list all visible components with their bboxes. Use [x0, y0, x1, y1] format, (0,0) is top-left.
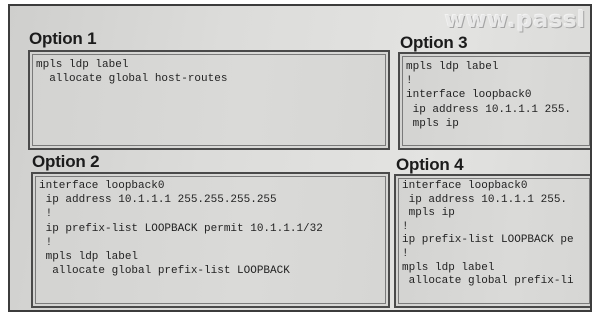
code-line: !: [39, 236, 53, 249]
code-line: mpls ldp label: [39, 251, 139, 264]
option-4-code: interface loopback0 ip address 10.1.1.1 …: [402, 180, 574, 289]
code-line: mpls ldp label: [406, 61, 499, 73]
code-line: !: [402, 220, 409, 233]
option-3-code: mpls ldp label ! interface loopback0 ip …: [406, 60, 571, 131]
code-line: allocate global prefix-li: [402, 275, 574, 288]
code-line: interface loopback0: [406, 89, 532, 102]
code-line: interface loopback0: [402, 180, 528, 192]
code-line: ip prefix-list LOOPBACK permit 10.1.1.1/…: [39, 222, 323, 235]
code-line: allocate global prefix-list LOOPBACK: [39, 265, 290, 278]
code-line: allocate global host-routes: [36, 73, 228, 86]
code-line: interface loopback0: [39, 180, 165, 192]
code-line: ip address 10.1.1.1 255.255.255.255: [39, 194, 277, 207]
code-line: mpls ldp label: [402, 261, 495, 274]
code-line: ip address 10.1.1.1 255.: [406, 103, 572, 116]
option-3-title: Option 3: [400, 33, 468, 52]
watermark: www.passl: [444, 8, 586, 33]
option-2-title: Option 2: [32, 152, 100, 171]
option-4-panel: interface loopback0 ip address 10.1.1.1 …: [394, 174, 590, 308]
code-line: mpls ldp label: [36, 59, 129, 71]
option-3-panel: mpls ldp label ! interface loopback0 ip …: [398, 52, 590, 150]
code-line: !: [402, 247, 409, 260]
code-line: ip prefix-list LOOPBACK pe: [402, 234, 574, 247]
option-2-panel: interface loopback0 ip address 10.1.1.1 …: [31, 172, 390, 308]
option-1-title: Option 1: [29, 29, 97, 48]
option-1-code: mpls ldp label allocate global host-rout…: [36, 58, 227, 86]
option-4-title: Option 4: [396, 155, 464, 174]
code-line: !: [406, 75, 413, 88]
code-line: ip address 10.1.1.1 255.: [402, 193, 568, 206]
code-line: !: [39, 208, 53, 221]
photo-frame: www.passl Option 1 mpls ldp label alloca…: [8, 4, 592, 312]
code-line: mpls ip: [402, 207, 455, 220]
code-line: mpls ip: [406, 117, 459, 130]
option-1-panel: mpls ldp label allocate global host-rout…: [28, 50, 390, 150]
option-2-code: interface loopback0 ip address 10.1.1.1 …: [39, 179, 323, 278]
